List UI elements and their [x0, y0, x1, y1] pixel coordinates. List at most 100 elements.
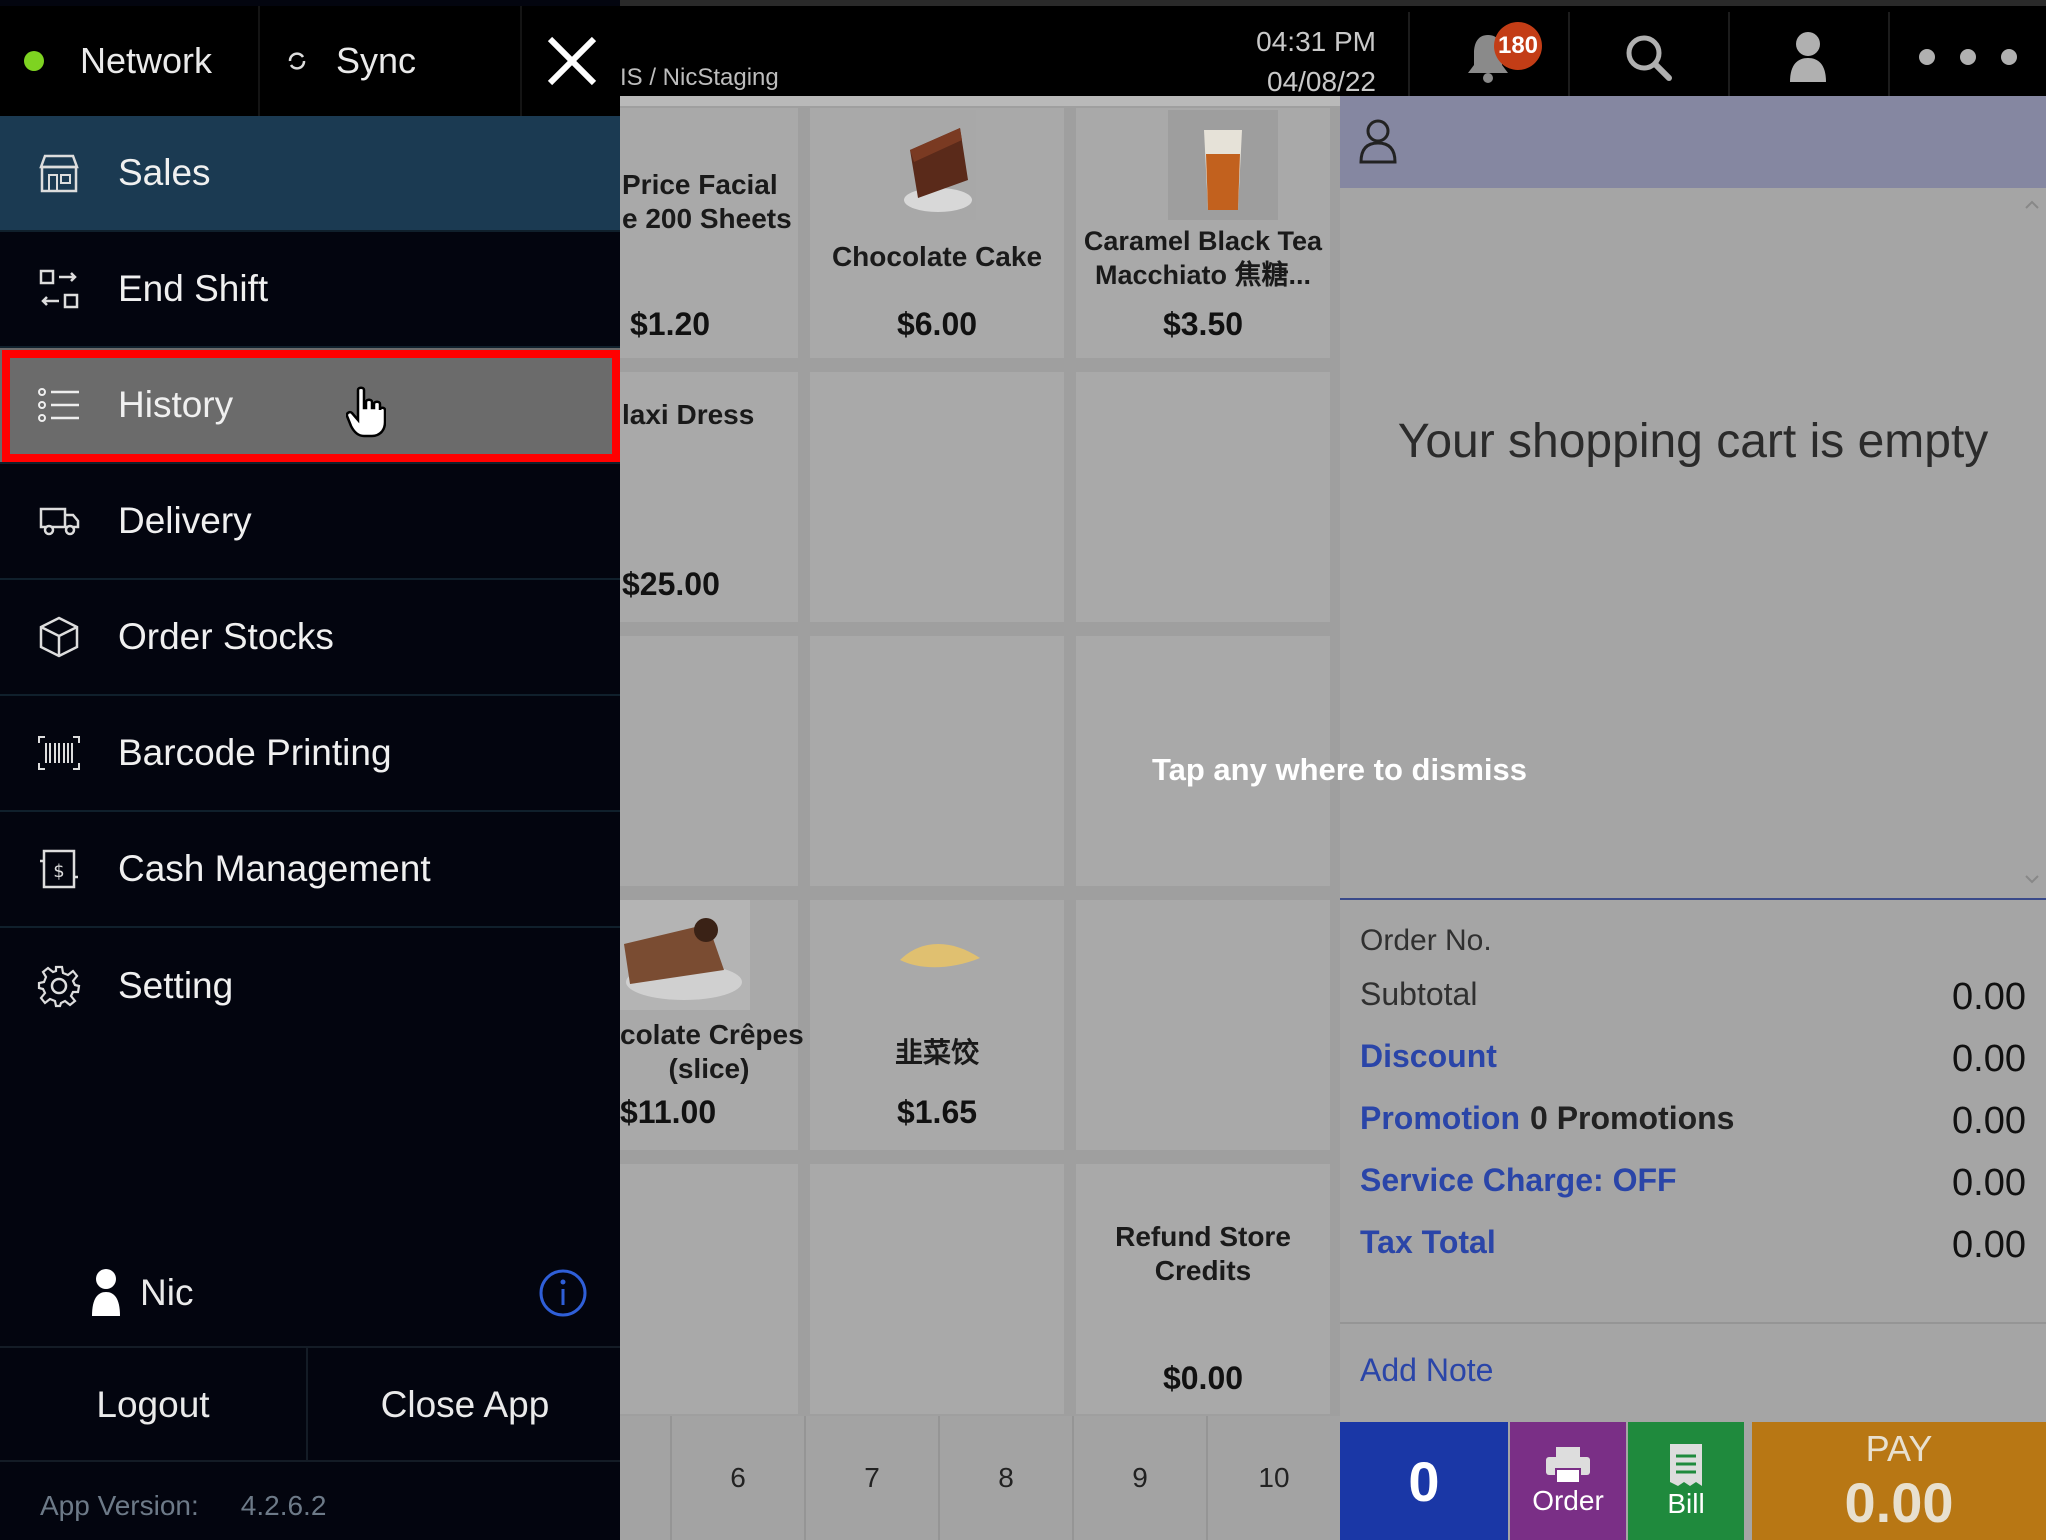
service-charge-row: Service Charge: OFF 0.00	[1360, 1154, 2026, 1210]
promotion-link[interactable]: Promotion	[1360, 1100, 1520, 1137]
close-drawer-button[interactable]	[524, 6, 620, 116]
empty-tile	[810, 636, 1064, 886]
product-price: $0.00	[1162, 1360, 1244, 1396]
product-tile[interactable]: laxi Dress $25.00	[620, 372, 798, 622]
product-tile[interactable]: 韭菜饺 $1.65	[810, 900, 1064, 1150]
user-icon	[1790, 32, 1826, 82]
order-no-row: Order No.	[1360, 916, 2026, 972]
sync-button[interactable]: Sync	[262, 6, 522, 116]
empty-tile	[1076, 900, 1330, 1150]
tax-total-row: Tax Total 0.00	[1360, 1216, 2026, 1272]
tax-total-link[interactable]: Tax Total	[1360, 1224, 1496, 1261]
page-button[interactable]: 10	[1206, 1416, 1340, 1540]
bill-button[interactable]: Bill	[1628, 1422, 1744, 1540]
dismiss-hint[interactable]: Tap any where to dismiss	[1152, 752, 1527, 788]
scroll-up-icon[interactable]	[2024, 200, 2040, 210]
service-charge-value: 0.00	[1952, 1162, 2026, 1204]
hand-cursor-icon	[346, 386, 386, 438]
user-row: Nic	[0, 1240, 620, 1346]
menu-item-delivery[interactable]: Delivery	[0, 464, 620, 580]
navigation-drawer: Network Sync Sales End Shift History Del…	[0, 0, 620, 1540]
product-tile[interactable]: Chocolate Cake $6.00	[810, 108, 1064, 358]
store-path: IS / NicStaging	[620, 64, 779, 91]
pay-button[interactable]: PAY 0.00	[1752, 1422, 2046, 1540]
product-name: Chocolate Cake	[831, 241, 1043, 272]
promotion-value: 0.00	[1952, 1100, 2026, 1142]
cash-icon: $	[0, 811, 118, 927]
product-tile[interactable]: Refund Store Credits $0.00	[1076, 1164, 1330, 1414]
product-name: Caramel Black Tea Macchiato 焦糖...	[1083, 226, 1323, 290]
gear-icon	[0, 928, 118, 1044]
page-button[interactable]: 9	[1072, 1416, 1206, 1540]
store-icon	[0, 115, 118, 231]
menu-item-label: Order Stocks	[118, 616, 334, 657]
app-version-label: App Version:	[40, 1490, 199, 1521]
more-dots-icon	[1919, 49, 2017, 65]
dumpling-image	[900, 943, 980, 968]
empty-tile	[810, 372, 1064, 622]
cart-divider	[1340, 898, 2046, 900]
network-status[interactable]: Network	[0, 6, 260, 116]
product-name: laxi Dress	[622, 399, 755, 430]
logout-button[interactable]: Logout	[0, 1348, 308, 1462]
order-button[interactable]: Order	[1510, 1422, 1626, 1540]
notifications-button[interactable]: 180	[1408, 12, 1566, 102]
close-app-button[interactable]: Close App	[310, 1348, 620, 1462]
menu-item-setting[interactable]: Setting	[0, 928, 620, 1044]
service-charge-link[interactable]: Service Charge: OFF	[1360, 1162, 1677, 1199]
quantity-button[interactable]: 0	[1340, 1422, 1508, 1540]
receipt-icon	[1670, 1444, 1702, 1486]
drawer-header: Network Sync	[0, 6, 620, 116]
profile-button[interactable]	[1728, 12, 1886, 102]
sync-icon	[288, 52, 306, 70]
product-name: colate Crêpes (slice)	[620, 1019, 804, 1084]
app-version-value: 4.2.6.2	[240, 1490, 327, 1521]
product-tile[interactable]: Caramel Black Tea Macchiato 焦糖... $3.50	[1076, 108, 1330, 358]
page-button[interactable]: 8	[938, 1416, 1072, 1540]
time-text: 04:31 PM	[1256, 26, 1376, 57]
menu-item-label: Barcode Printing	[118, 732, 392, 773]
customer-icon	[1359, 119, 1397, 164]
product-price: $3.50	[1162, 306, 1244, 342]
product-tile[interactable]: Price Facial e 200 Sheets $1.20	[620, 108, 798, 358]
page-button[interactable]: 6	[670, 1416, 804, 1540]
empty-tile	[1076, 372, 1330, 622]
menu-item-cash-management[interactable]: $ Cash Management	[0, 812, 620, 928]
menu-item-history[interactable]: History	[0, 348, 620, 464]
datetime: 04:31 PM 04/08/22	[1200, 22, 1376, 102]
page-button[interactable]: 7	[804, 1416, 938, 1540]
more-options-button[interactable]	[1888, 12, 2046, 102]
bill-button-label: Bill	[1667, 1488, 1705, 1519]
menu-item-label: Delivery	[118, 500, 252, 541]
menu-item-sales[interactable]: Sales	[0, 116, 620, 232]
info-icon[interactable]	[538, 1268, 588, 1318]
menu-item-order-stocks[interactable]: Order Stocks	[0, 580, 620, 696]
product-price: $11.00	[620, 1094, 717, 1130]
network-label: Network	[80, 40, 213, 81]
customer-header[interactable]	[1340, 96, 2046, 188]
notification-badge: 180	[1494, 22, 1542, 70]
cart-separator	[1340, 1322, 2046, 1324]
menu-item-barcode-printing[interactable]: Barcode Printing	[0, 696, 620, 812]
order-button-label: Order	[1532, 1485, 1604, 1516]
add-note-link[interactable]: Add Note	[1360, 1352, 1493, 1389]
scroll-down-icon[interactable]	[2024, 874, 2040, 884]
network-status-dot	[24, 51, 44, 71]
menu-item-label: End Shift	[118, 268, 269, 309]
printer-icon	[1546, 1447, 1590, 1484]
crepe-cake-image	[620, 900, 750, 1010]
quantity-value: 0	[1408, 1449, 1440, 1513]
empty-tile	[620, 636, 798, 886]
search-button[interactable]	[1568, 12, 1726, 102]
tea-drink-image	[1168, 110, 1278, 220]
shift-icon	[0, 231, 118, 347]
discount-link[interactable]: Discount	[1360, 1038, 1497, 1075]
empty-tile	[620, 1164, 798, 1414]
discount-row: Discount 0.00	[1360, 1030, 2026, 1086]
menu-item-end-shift[interactable]: End Shift	[0, 232, 620, 348]
product-tile[interactable]: colate Crêpes (slice) $11.00	[620, 900, 804, 1150]
drawer-actions: Logout Close App	[0, 1346, 620, 1462]
menu-item-label: Setting	[118, 965, 234, 1006]
truck-icon	[0, 463, 118, 579]
discount-value: 0.00	[1952, 1038, 2026, 1080]
